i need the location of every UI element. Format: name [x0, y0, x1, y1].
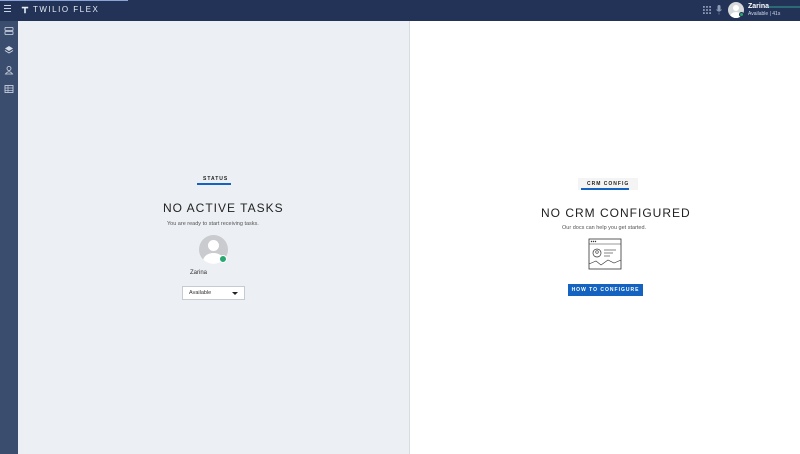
app-title: TWILIO FLEX: [33, 5, 100, 14]
microphone-icon[interactable]: [716, 5, 722, 15]
activity-select[interactable]: Available: [182, 286, 245, 300]
status-panel: STATUS NO ACTIVE TASKS You are ready to …: [18, 21, 410, 454]
agent-name: Zarina: [190, 270, 208, 276]
menu-icon[interactable]: [4, 5, 11, 15]
dialpad-icon[interactable]: [703, 6, 711, 14]
docs-message: Our docs can help you get started.: [562, 225, 647, 231]
availability-dot: [739, 12, 744, 17]
tab-status[interactable]: STATUS: [203, 176, 228, 182]
twilio-logo-icon: [21, 6, 29, 13]
tab-crm-underline: [581, 188, 629, 190]
loading-indicator: [0, 0, 128, 1]
no-tasks-title: NO ACTIVE TASKS: [163, 201, 284, 215]
tasks-icon[interactable]: [4, 26, 14, 36]
chevron-down-icon: [232, 292, 238, 295]
ready-message: You are ready to start receiving tasks.: [167, 221, 259, 227]
sidebar: [0, 21, 18, 454]
directory-icon[interactable]: [4, 84, 14, 94]
crm-browser-icon: [588, 238, 622, 270]
how-to-configure-button[interactable]: HOW TO CONFIGURE: [568, 284, 643, 296]
layers-icon[interactable]: [4, 45, 14, 55]
crm-panel: CRM CONFIG NO CRM CONFIGURED Our docs ca…: [411, 21, 800, 454]
user-status: Available | 41s: [748, 11, 781, 17]
tab-crm-config[interactable]: CRM CONFIG: [587, 181, 629, 187]
app-logo: TWILIO FLEX: [21, 5, 99, 14]
user-menu[interactable]: Zarina Available | 41s: [728, 2, 780, 18]
activity-value: Available: [189, 290, 212, 296]
no-crm-title: NO CRM CONFIGURED: [541, 206, 691, 220]
tab-status-underline: [197, 183, 231, 185]
top-bar: TWILIO FLEX Zarina Available | 41s: [0, 0, 800, 21]
status-timer-bar: [769, 6, 800, 8]
supervisor-icon[interactable]: [4, 65, 14, 75]
agent-availability-dot: [219, 255, 227, 263]
